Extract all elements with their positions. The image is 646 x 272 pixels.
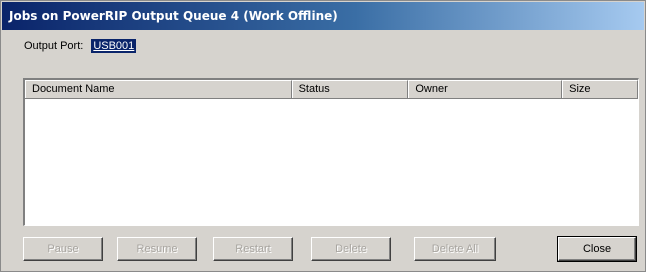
output-port-row: Output Port: USB001	[24, 37, 137, 55]
title-bar[interactable]: Jobs on PowerRIP Output Queue 4 (Work Of…	[2, 2, 644, 30]
delete-button[interactable]: Delete	[311, 237, 391, 261]
output-port-value[interactable]: USB001	[91, 39, 137, 53]
jobs-list[interactable]: Document Name Status Owner Size	[23, 78, 639, 226]
window-title: Jobs on PowerRIP Output Queue 4 (Work Of…	[9, 9, 338, 23]
column-header-owner[interactable]: Owner	[408, 80, 563, 98]
column-header-size[interactable]: Size	[562, 80, 638, 98]
jobs-list-body[interactable]	[25, 99, 638, 225]
restart-button[interactable]: Restart	[213, 237, 293, 261]
jobs-dialog: Jobs on PowerRIP Output Queue 4 (Work Of…	[0, 0, 646, 272]
close-button[interactable]: Close	[557, 236, 637, 262]
jobs-list-header: Document Name Status Owner Size	[25, 80, 638, 99]
output-port-label: Output Port:	[24, 40, 84, 52]
resume-button[interactable]: Resume	[117, 237, 197, 261]
delete-all-button[interactable]: Delete All	[414, 237, 496, 261]
button-row: Pause Resume Restart Delete Delete All C…	[1, 236, 646, 263]
column-header-status[interactable]: Status	[291, 80, 409, 98]
column-header-document-name[interactable]: Document Name	[25, 80, 292, 98]
pause-button[interactable]: Pause	[23, 237, 103, 261]
